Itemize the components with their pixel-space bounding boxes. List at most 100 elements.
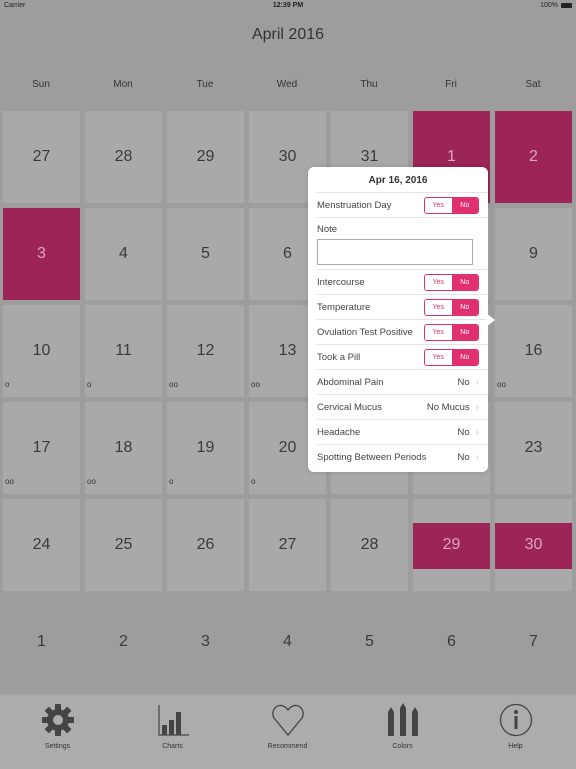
row-label: Intercourse [317, 276, 365, 288]
tab-label: Charts [162, 743, 183, 750]
day-number: 2 [119, 633, 128, 650]
row-label: Cervical Mucus [317, 401, 382, 413]
yes-segment[interactable]: Yes [425, 349, 452, 365]
day-markers: oo [5, 477, 14, 486]
day-markers: o [87, 380, 92, 389]
yes-no-toggle[interactable]: Yes No [424, 348, 479, 366]
chevron-right-icon: › [475, 426, 479, 438]
day-number: 4 [283, 633, 292, 650]
bar-chart-icon [157, 705, 189, 736]
day-number: 29 [442, 536, 461, 553]
detail-row[interactable]: Spotting Between Periods No › [317, 444, 488, 469]
day-number: 12 [196, 342, 215, 359]
status-bar: Carrier 12:39 PM 100% [0, 0, 576, 12]
detail-row[interactable]: Abdominal Pain No › [317, 369, 488, 394]
note-label: Note [317, 224, 338, 235]
day-markers: o [5, 380, 10, 389]
day-number: 31 [360, 148, 379, 165]
day-markers: oo [87, 477, 96, 486]
yes-segment[interactable]: Yes [425, 197, 452, 213]
tab-label: Help [508, 743, 523, 750]
yes-segment[interactable]: Yes [425, 299, 452, 315]
popover-date: Apr 16, 2016 [368, 175, 428, 186]
row-value: No [457, 376, 470, 388]
day-number: 28 [114, 148, 133, 165]
row-value: No [457, 451, 470, 463]
battery-icon [561, 3, 572, 8]
day-number: 28 [360, 536, 379, 553]
month-title: April 2016 [251, 26, 325, 43]
day-markers: oo [169, 380, 178, 389]
day-markers: o [251, 477, 256, 486]
tab-help[interactable]: Help [458, 703, 573, 750]
row-label: Menstruation Day [317, 199, 392, 211]
day-number: 7 [529, 633, 538, 650]
note-input[interactable] [317, 239, 473, 265]
no-segment[interactable]: No [451, 197, 478, 213]
day-number: 23 [524, 439, 543, 456]
detail-row[interactable]: Cervical Mucus No Mucus › [317, 394, 488, 419]
toggle-row: Intercourse Yes No [317, 269, 488, 294]
menstruation-toggle[interactable]: Yes No [424, 196, 479, 214]
day-number: 5 [201, 245, 210, 262]
day-number: 30 [524, 536, 543, 553]
yes-segment[interactable]: Yes [425, 274, 452, 290]
no-segment[interactable]: No [451, 349, 478, 365]
yes-no-toggle[interactable]: Yes No [424, 323, 479, 341]
day-number: 1 [37, 633, 46, 650]
row-label: Spotting Between Periods [317, 451, 427, 463]
weekday-sat: Sat [525, 79, 541, 90]
yes-no-toggle[interactable]: Yes No [424, 273, 479, 291]
day-number: 11 [115, 342, 132, 359]
day-number: 1 [447, 148, 456, 165]
gear-icon [41, 704, 74, 736]
day-number: 4 [119, 245, 128, 262]
day-number: 27 [278, 536, 297, 553]
no-segment[interactable]: No [451, 299, 478, 315]
toggle-row: Temperature Yes No [317, 294, 488, 319]
day-number: 29 [196, 148, 215, 165]
day-number: 17 [32, 439, 51, 456]
day-number: 30 [278, 148, 297, 165]
yes-segment[interactable]: Yes [425, 324, 452, 340]
chevron-right-icon: › [475, 401, 479, 413]
weekday-wed: Wed [276, 79, 298, 90]
info-icon [499, 703, 532, 737]
toggle-row: Ovulation Test Positive Yes No [317, 319, 488, 344]
detail-row[interactable]: Headache No › [317, 419, 488, 444]
day-number: 16 [524, 342, 543, 359]
row-label: Ovulation Test Positive [317, 326, 413, 338]
day-number: 24 [32, 536, 51, 553]
tab-colors[interactable]: Colors [345, 703, 460, 750]
day-number: 18 [114, 439, 133, 456]
tab-charts[interactable]: Charts [115, 703, 230, 750]
weekday-mon: Mon [113, 79, 133, 90]
tab-recommend[interactable]: Recommend [230, 703, 345, 750]
tab-settings[interactable]: Settings [0, 703, 115, 750]
menstruation-row: Menstruation Day Yes No [317, 192, 488, 217]
day-number: 9 [529, 245, 538, 262]
chevron-right-icon: › [475, 376, 479, 388]
row-label: Headache [317, 426, 361, 438]
weekday-thu: Thu [360, 79, 378, 90]
day-number: 5 [365, 633, 374, 650]
pencils-icon [387, 703, 418, 736]
popover-arrow [486, 313, 495, 327]
toggle-row: Took a Pill Yes No [317, 344, 488, 369]
no-segment[interactable]: No [451, 324, 478, 340]
yes-no-toggle[interactable]: Yes No [424, 298, 479, 316]
heart-icon [271, 704, 304, 737]
day-number: 3 [201, 633, 210, 650]
day-markers: oo [497, 380, 506, 389]
day-number: 6 [447, 633, 456, 650]
weekday-tue: Tue [196, 79, 214, 90]
day-number: 10 [32, 342, 51, 359]
tab-label: Recommend [267, 743, 308, 750]
day-number: 19 [196, 439, 215, 456]
day-markers: oo [251, 380, 260, 389]
day-number: 25 [114, 536, 133, 553]
no-segment[interactable]: No [451, 274, 478, 290]
tab-bar: Settings Charts Recommend Colors Help [0, 694, 576, 769]
tab-label: Settings [44, 743, 71, 750]
day-markers: o [169, 477, 174, 486]
